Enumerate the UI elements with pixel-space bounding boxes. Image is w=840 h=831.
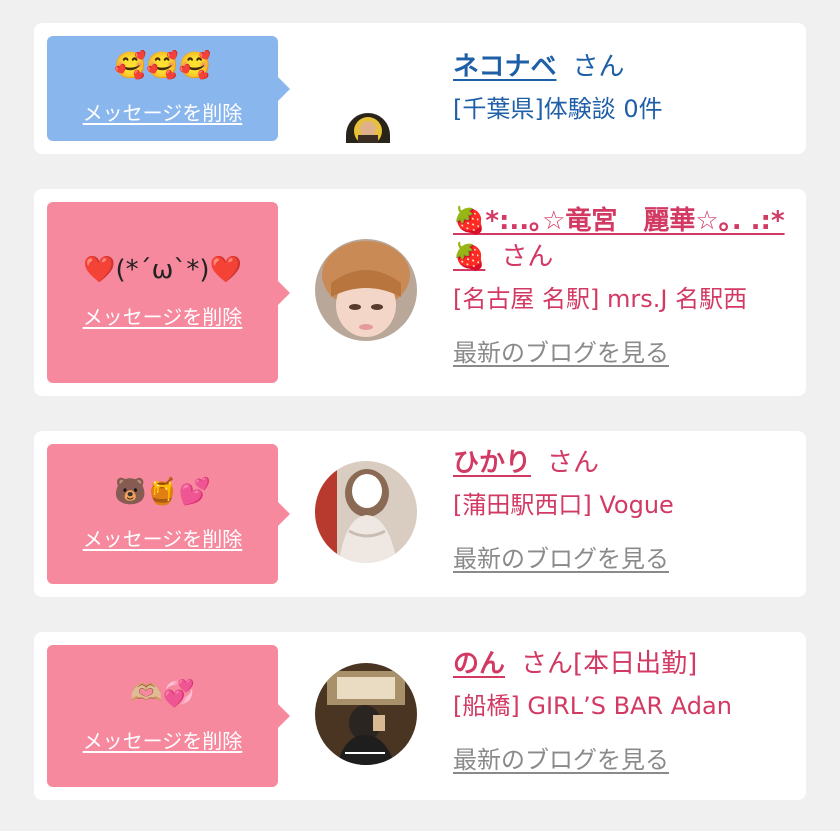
shop-info: [千葉県]体験談 0件 xyxy=(453,95,663,123)
shop-info: [名古屋 名駅] mrs.J 名駅西 xyxy=(453,285,748,313)
message-card: ❤️(*´ω`*)❤️ メッセージを削除 🍓*:..｡☆竜宮 麗華☆｡. .:*… xyxy=(34,189,806,396)
latest-blog-link[interactable]: 最新のブログを見る xyxy=(453,333,669,368)
message-bubble: 🥰🥰🥰 メッセージを削除 xyxy=(47,36,290,141)
honorific-label: さん xyxy=(501,242,554,272)
message-list: 🥰🥰🥰 メッセージを削除 ネコナベ さん [千葉県]体験談 0件 ❤️(*´ω`*… xyxy=(0,0,840,831)
sender-name-link[interactable]: ネコナベ xyxy=(453,52,556,82)
delete-message-link[interactable]: メッセージを削除 xyxy=(83,725,243,754)
delete-message-link[interactable]: メッセージを削除 xyxy=(83,97,243,126)
sender-info: のん さん[本日出勤] [船橋] GIRL’S BAR Adan 最新のブログを見… xyxy=(453,646,792,775)
message-card: 🫶🏼💞 メッセージを削除 のん さん[本日出勤] [船橋] GIRL’S BAR … xyxy=(34,632,806,800)
sender-info: ひかり さん [蒲田駅西口] Vogue 最新のブログを見る xyxy=(453,445,792,574)
avatar[interactable] xyxy=(346,113,390,143)
shop-info: [蒲田駅西口] Vogue xyxy=(453,491,674,519)
delete-message-link[interactable]: メッセージを削除 xyxy=(83,301,243,330)
message-card: 🥰🥰🥰 メッセージを削除 ネコナベ さん [千葉県]体験談 0件 xyxy=(34,23,806,154)
sender-info: ネコナベ さん [千葉県]体験談 0件 xyxy=(453,49,792,125)
message-bubble: ❤️(*´ω`*)❤️ メッセージを削除 xyxy=(47,202,290,383)
shop-info: [船橋] GIRL’S BAR Adan xyxy=(453,692,732,720)
avatar[interactable] xyxy=(315,461,417,563)
message-text: 🥰🥰🥰 xyxy=(113,51,212,81)
avatar[interactable] xyxy=(315,663,417,765)
message-bubble: 🫶🏼💞 メッセージを削除 xyxy=(47,645,290,787)
message-text: ❤️(*´ω`*)❤️ xyxy=(83,255,242,285)
latest-blog-link[interactable]: 最新のブログを見る xyxy=(453,740,669,775)
sender-info: 🍓*:..｡☆竜宮 麗華☆｡. .:*🍓 さん [名古屋 名駅] mrs.J 名駅… xyxy=(453,203,792,368)
latest-blog-link[interactable]: 最新のブログを見る xyxy=(453,539,669,574)
sender-name-link[interactable]: のん xyxy=(453,649,505,679)
honorific-label: さん[本日出勤] xyxy=(521,649,698,679)
sender-name-link[interactable]: ひかり xyxy=(453,448,531,478)
message-text: 🐻🍯💕 xyxy=(113,476,212,507)
honorific-label: さん xyxy=(572,52,625,82)
message-bubble: 🐻🍯💕 メッセージを削除 xyxy=(47,444,290,584)
honorific-label: さん xyxy=(547,448,600,478)
avatar[interactable] xyxy=(315,239,417,341)
delete-message-link[interactable]: メッセージを削除 xyxy=(83,523,243,552)
message-card: 🐻🍯💕 メッセージを削除 ひかり さん [蒲田駅西口] Vogue 最新のブログを… xyxy=(34,431,806,597)
message-text: 🫶🏼💞 xyxy=(130,678,195,709)
